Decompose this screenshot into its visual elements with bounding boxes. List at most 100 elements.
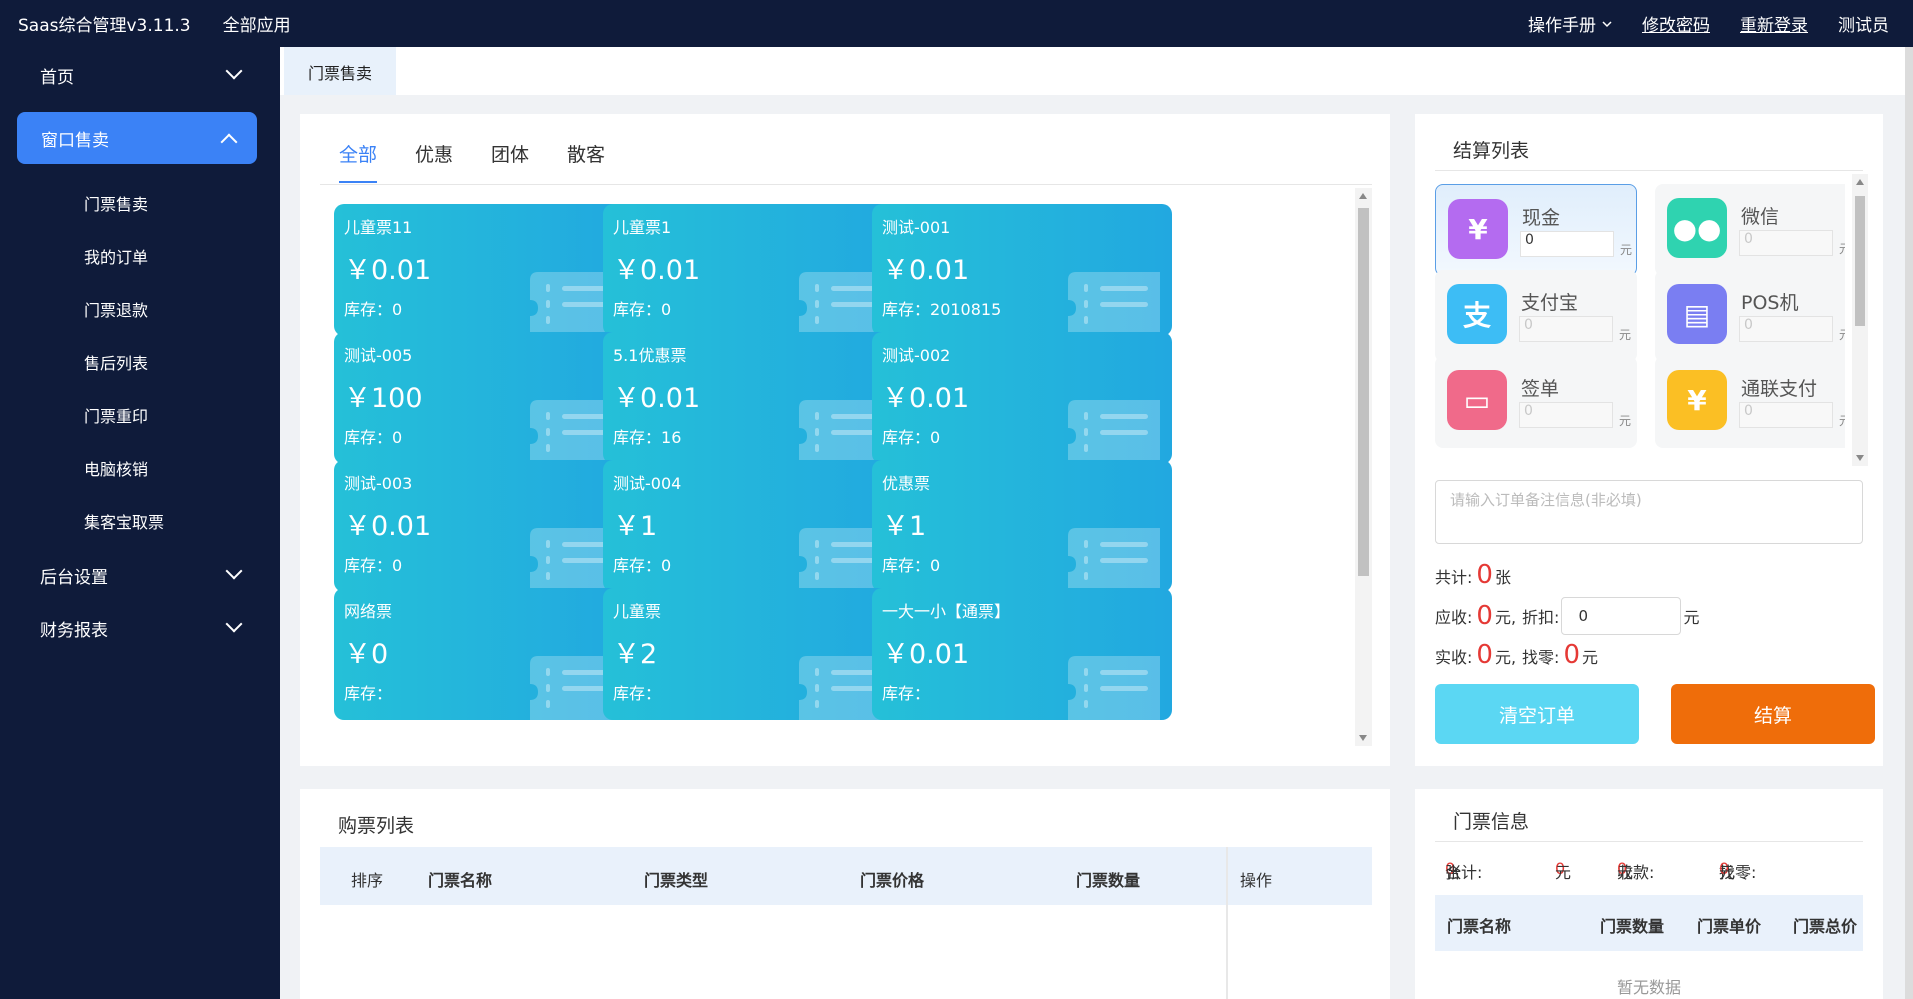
ticket-info-table-header: 门票名称 门票数量 门票单价 门票总价 <box>1435 895 1863 951</box>
payment-method-name: 通联支付 <box>1741 378 1818 400</box>
settle-button[interactable]: 结算 <box>1671 684 1875 744</box>
divider <box>320 184 1372 185</box>
column-header-total-price: 门票总价 <box>1793 917 1858 936</box>
total-unit: 张 <box>1494 568 1511 587</box>
ticket-price: ￥0.01 <box>882 639 970 670</box>
scroll-down-arrow-icon[interactable] <box>1359 735 1367 741</box>
column-header-actions: 操作 <box>1240 871 1273 890</box>
page-scrollbar[interactable] <box>1905 47 1913 999</box>
payment-amount-input[interactable]: 0 <box>1739 230 1833 256</box>
ticket-price: ￥2 <box>613 639 658 670</box>
sidebar-subitem-refund[interactable]: 门票退款 <box>0 283 280 335</box>
ticket-card[interactable]: 5.1优惠票 ￥0.01 库存：16 <box>603 332 903 464</box>
scroll-up-arrow-icon[interactable] <box>1359 193 1367 199</box>
payment-method-card[interactable]: ¥ 现金 0 元 <box>1435 184 1637 276</box>
sidebar-subitem-reprint[interactable]: 门票重印 <box>0 389 280 441</box>
sidebar-item-finance-reports[interactable]: 财务报表 <box>0 602 280 654</box>
ticket-name: 测试-005 <box>344 346 413 365</box>
sidebar-item-label: 窗口售卖 <box>41 130 109 151</box>
chevron-up-icon <box>220 133 238 151</box>
column-header-ticket-quantity: 门票数量 <box>1076 871 1141 890</box>
chevron-down-icon <box>1602 20 1612 27</box>
filter-tab-group[interactable]: 团体 <box>491 140 529 183</box>
ticket-card[interactable]: 测试-004 ￥1 库存：0 <box>603 460 903 592</box>
payment-method-card[interactable]: ▤ POS机0元 <box>1655 270 1845 362</box>
payment-amount-input[interactable]: 0 <box>1519 316 1613 342</box>
scrollbar-thumb[interactable] <box>1358 208 1369 576</box>
sidebar-item-backend-settings[interactable]: 后台设置 <box>0 549 280 601</box>
ticket-card[interactable]: 儿童票1 ￥0.01 库存：0 <box>603 204 903 336</box>
stock-label: 库存： <box>344 428 393 447</box>
sign-bill-icon: ▭ <box>1447 370 1507 430</box>
filter-tabs: 全部 优惠 团体 散客 <box>339 140 605 183</box>
payment-method-name: 现金 <box>1522 207 1561 229</box>
filter-tab-discount[interactable]: 优惠 <box>415 140 453 183</box>
sidebar-subitem-my-orders[interactable]: 我的订单 <box>0 230 280 282</box>
ticket-card[interactable]: 网络票 ￥0 库存： <box>334 588 634 720</box>
user-name[interactable]: 测试员 <box>1838 11 1889 36</box>
ticket-card[interactable]: 测试-002 ￥0.01 库存：0 <box>872 332 1172 464</box>
order-remark-textarea[interactable]: 请输入订单备注信息(非必填) <box>1435 480 1863 544</box>
ticket-card[interactable]: 优惠票 ￥1 库存：0 <box>872 460 1172 592</box>
payment-method-card[interactable]: ▭ 签单 0 元 <box>1435 356 1637 448</box>
payment-unit: 元 <box>1839 240 1845 257</box>
payment-methods-grid: ¥现金0元●●微信0元支支付宝0元▤POS机0元▭签单0元¥通联支付0元 <box>1435 184 1845 466</box>
stock-label: 库存： <box>344 300 393 319</box>
change-password-link[interactable]: 修改密码 <box>1642 11 1710 36</box>
ticket-card[interactable]: 测试-001 ￥0.01 库存：2010815 <box>872 204 1172 336</box>
payment-method-card[interactable]: 支支付宝 0 元 <box>1435 270 1637 362</box>
ticket-card[interactable]: 测试-003 ￥0.01 库存：0 <box>334 460 634 592</box>
manual-dropdown[interactable]: 操作手册 <box>1528 11 1612 36</box>
chevron-down-icon <box>225 615 243 633</box>
ticket-info-title: 门票信息 <box>1453 811 1530 833</box>
total-value: 0 <box>1476 560 1493 590</box>
relogin-link[interactable]: 重新登录 <box>1740 11 1808 36</box>
ticket-icon <box>1068 656 1160 720</box>
sidebar-item-home[interactable]: 首页 <box>0 49 280 101</box>
ticket-name: 儿童票1 <box>613 218 672 237</box>
scroll-down-arrow-icon[interactable] <box>1856 455 1864 461</box>
sidebar-subitem-after-sales[interactable]: 售后列表 <box>0 336 280 388</box>
stock-value: 0 <box>392 428 403 447</box>
ticket-info-panel: 门票信息 合计: 0 张 0 元 收款: 0 元 找零: 0 元 门票名称 门票… <box>1415 789 1883 999</box>
column-header-order: 排序 <box>351 871 384 890</box>
ticket-card[interactable]: 儿童票11 ￥0.01 库存：0 <box>334 204 634 336</box>
sidebar-item-label: 后台设置 <box>40 567 108 588</box>
payment-amount-input[interactable]: 0 <box>1520 231 1614 257</box>
payment-method-card[interactable]: ¥ 通联支付0元 <box>1655 356 1845 448</box>
tab-ticket-sales[interactable]: 门票售卖 <box>284 47 396 95</box>
sidebar-subitem-pickup[interactable]: 集客宝取票 <box>0 495 280 547</box>
discount-label: 折扣: <box>1522 608 1560 627</box>
discount-input[interactable]: 0 <box>1561 597 1682 635</box>
ticket-price: ￥0 <box>344 639 389 670</box>
ticket-stock: 库存：16 <box>613 424 681 448</box>
stock-value: 0 <box>661 556 672 575</box>
manual-label: 操作手册 <box>1528 16 1596 36</box>
clear-order-button[interactable]: 清空订单 <box>1435 684 1639 744</box>
scroll-up-arrow-icon[interactable] <box>1856 179 1864 185</box>
topbar-actions: 操作手册 修改密码 重新登录 测试员 <box>1528 11 1889 36</box>
purchase-list-panel: 购票列表 排序 门票名称 门票类型 门票价格 门票数量 操作 <box>300 789 1390 999</box>
payment-amount-input[interactable]: 0 <box>1519 402 1613 428</box>
sidebar-item-label: 首页 <box>40 67 74 88</box>
ticket-stock: 库存：0 <box>613 552 671 576</box>
payment-grid-scrollbar[interactable] <box>1852 174 1868 466</box>
sidebar-subitem-verify[interactable]: 电脑核销 <box>0 442 280 494</box>
ticket-card[interactable]: 测试-005 ￥100 库存：0 <box>334 332 634 464</box>
payment-amount-input[interactable]: 0 <box>1739 402 1833 428</box>
stock-label: 库存： <box>882 428 931 447</box>
filter-tab-all[interactable]: 全部 <box>339 140 378 183</box>
top-bar: Saas综合管理v3.11.3 全部应用 操作手册 修改密码 重新登录 测试员 <box>0 0 1913 47</box>
chevron-down-icon <box>225 562 243 580</box>
payment-amount-input[interactable]: 0 <box>1739 316 1833 342</box>
ticket-grid-scrollbar[interactable] <box>1355 188 1372 746</box>
ticket-card[interactable]: 儿童票 ￥2 库存： <box>603 588 903 720</box>
ticket-card[interactable]: 一大一小【通票】 ￥0.01 库存： <box>872 588 1172 720</box>
payment-method-card[interactable]: ●● 微信0元 <box>1655 184 1845 276</box>
filter-tab-individual[interactable]: 散客 <box>567 140 605 183</box>
payment-unit: 元 <box>1839 326 1845 343</box>
all-apps-link[interactable]: 全部应用 <box>223 11 291 36</box>
sidebar-item-window-sales[interactable]: 窗口售卖 <box>17 112 257 164</box>
scrollbar-thumb[interactable] <box>1855 196 1865 326</box>
sidebar-subitem-ticket-sales[interactable]: 门票售卖 <box>0 177 280 229</box>
